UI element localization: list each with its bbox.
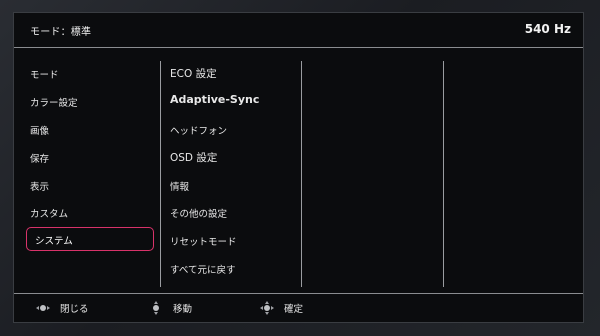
column-divider-1 [160,61,161,287]
refresh-rate: 540 Hz [524,22,571,36]
joystick-up-down-icon [149,301,163,315]
main-menu-item-system-label: システム [35,236,73,247]
main-menu-item-mode[interactable]: モード [30,67,59,81]
monitor-screen: モード：標準 540 Hz モード カラー設定 画像 保存 表示 カスタム シス… [0,0,600,336]
hint-move-label: 移動 [173,304,193,315]
sub-menu-item-adaptive-sync[interactable]: Adaptive-Sync [170,93,259,106]
sub-menu-item-headphone[interactable]: ヘッドフォン [170,123,227,137]
main-menu-item-save[interactable]: 保存 [30,151,49,165]
hint-confirm: 確定 [260,301,303,315]
sub-menu-item-osd[interactable]: OSD 設定 [170,150,217,165]
osd-header: モード：標準 540 Hz [14,13,583,48]
sub-menu-item-reset-all[interactable]: すべて元に戻す [170,262,235,276]
main-menu-item-color[interactable]: カラー設定 [30,95,78,109]
sub-menu-item-eco[interactable]: ECO 設定 [170,66,217,81]
mode-title: モード：標準 [30,27,92,38]
main-menu-item-image[interactable]: 画像 [30,123,49,137]
hint-close: 閉じる [36,301,89,315]
osd-footer: 閉じる 移動 確定 [14,293,583,323]
column-divider-3 [443,61,444,287]
hint-close-label: 閉じる [60,304,89,315]
hint-confirm-label: 確定 [284,304,304,315]
hint-move: 移動 [149,301,192,315]
sub-menu-item-reset-mode[interactable]: リセットモード [170,234,237,248]
sub-menu-item-info[interactable]: 情報 [170,179,189,193]
sub-menu-item-other[interactable]: その他の設定 [170,206,227,220]
column-divider-2 [301,61,302,287]
main-menu-item-custom[interactable]: カスタム [30,206,68,220]
osd-menu-panel: モード：標準 540 Hz モード カラー設定 画像 保存 表示 カスタム シス… [13,12,584,323]
joystick-press-icon [260,301,274,315]
detail-column-empty [304,61,442,287]
joystick-left-right-icon [36,301,50,315]
main-menu-item-system[interactable]: システム [26,227,154,251]
main-menu-item-display[interactable]: 表示 [30,179,49,193]
